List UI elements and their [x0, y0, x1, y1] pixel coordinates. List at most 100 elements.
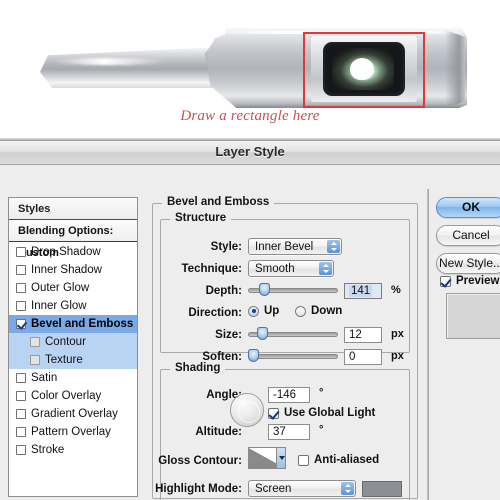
effect-item-gradient-overlay[interactable]: Gradient Overlay [9, 405, 137, 423]
contour-dropdown-icon[interactable] [276, 448, 285, 468]
highlight-color-swatch[interactable] [362, 481, 402, 497]
checkbox-unchecked-icon[interactable] [16, 373, 26, 383]
reference-photo: Draw a rectangle here [0, 0, 500, 140]
bevel-emboss-legend: Bevel and Emboss [162, 196, 275, 208]
gloss-contour-label: Gloss Contour: [158, 455, 242, 467]
effect-item-label: Contour [45, 336, 86, 348]
effects-list: Drop Shadow Inner Shadow Outer Glow Inner G… [9, 242, 137, 459]
size-value: 12 [349, 329, 362, 341]
structure-legend: Structure [170, 212, 232, 224]
depth-input[interactable]: 141 [344, 283, 382, 299]
size-slider-knob[interactable] [257, 327, 269, 340]
soften-slider-knob[interactable] [248, 349, 259, 362]
effect-item-bevel-and-emboss[interactable]: Bevel and Emboss [9, 315, 137, 333]
altitude-input[interactable]: 37 [268, 424, 310, 440]
angle-dial[interactable] [230, 393, 264, 427]
effect-item-stroke[interactable]: Stroke [9, 441, 137, 459]
device-right-side [445, 30, 465, 108]
cancel-button[interactable]: Cancel [436, 225, 500, 246]
checkbox-unchecked-icon[interactable] [30, 337, 40, 347]
checkbox-unchecked-icon[interactable] [16, 409, 26, 419]
use-global-light-label: Use Global Light [284, 407, 376, 419]
effect-item-label: Inner Glow [31, 300, 87, 312]
preview-thumbnail [446, 293, 500, 339]
gloss-contour-swatch[interactable] [248, 447, 286, 469]
checkbox-unchecked-icon[interactable] [16, 391, 26, 401]
effect-item-color-overlay[interactable]: Color Overlay [9, 387, 137, 405]
effect-item-label: Pattern Overlay [31, 426, 111, 438]
camera-lens-module-illustration [40, 28, 467, 108]
highlight-mode-select[interactable]: Screen [248, 480, 356, 497]
highlight-mode-label: Highlight Mode: [155, 483, 242, 495]
shading-legend: Shading [170, 362, 226, 374]
radio-unselected-icon [295, 305, 306, 317]
checkbox-unchecked-icon[interactable] [16, 301, 26, 311]
anti-aliased-checkbox[interactable]: Anti-aliased [298, 454, 379, 466]
effect-item-contour[interactable]: Contour [9, 333, 137, 351]
styles-header[interactable]: Styles [9, 198, 137, 220]
direction-down-radio[interactable]: Down [295, 305, 342, 317]
new-style-button[interactable]: New Style... [436, 253, 500, 274]
depth-value: 141 [349, 285, 373, 297]
effect-item-label: Bevel and Emboss [31, 318, 134, 330]
checkbox-unchecked-icon[interactable] [16, 265, 26, 275]
angle-input[interactable]: -146 [268, 387, 310, 403]
checkbox-checked-icon[interactable] [16, 319, 26, 329]
technique-label: Technique: [181, 263, 242, 275]
style-select[interactable]: Inner Bevel [248, 238, 342, 255]
direction-up-radio[interactable]: Up [248, 305, 279, 317]
device-handle-highlight [52, 58, 167, 65]
soften-input[interactable]: 0 [344, 349, 382, 365]
effect-item-label: Texture [45, 354, 83, 366]
checkbox-checked-icon [440, 275, 451, 287]
layer-style-dialog: Layer Style Styles Blending Options: Cus… [0, 140, 500, 500]
soften-slider-track [248, 354, 338, 359]
altitude-label: Altitude: [195, 426, 242, 438]
direction-up-label: Up [264, 305, 280, 317]
checkbox-unchecked-icon[interactable] [30, 355, 40, 365]
size-slider[interactable] [248, 327, 338, 341]
use-global-light-checkbox[interactable]: Use Global Light [268, 407, 375, 419]
depth-slider-knob[interactable] [259, 283, 271, 296]
effect-item-outer-glow[interactable]: Outer Glow [9, 279, 137, 297]
size-input[interactable]: 12 [344, 327, 382, 343]
angle-unit: ° [319, 387, 324, 399]
dialog-titlebar[interactable]: Layer Style [0, 141, 500, 165]
depth-slider[interactable] [248, 283, 338, 297]
ok-button[interactable]: OK [436, 197, 500, 218]
size-label: Size: [215, 329, 242, 341]
checkbox-unchecked-icon[interactable] [16, 283, 26, 293]
direction-label: Direction: [188, 307, 242, 319]
red-annotation-rectangle [303, 32, 425, 108]
anti-aliased-label: Anti-aliased [314, 454, 380, 466]
technique-select[interactable]: Smooth [248, 260, 334, 277]
highlight-mode-value: Screen [255, 483, 292, 495]
depth-label: Depth: [205, 285, 242, 297]
effect-item-inner-glow[interactable]: Inner Glow [9, 297, 137, 315]
effect-item-texture[interactable]: Texture [9, 351, 137, 369]
dialog-actions: OK Cancel New Style... Preview [436, 193, 500, 499]
soften-slider[interactable] [248, 349, 338, 363]
effect-item-label: Inner Shadow [31, 264, 102, 276]
style-label: Style: [210, 241, 242, 253]
effect-item-label: Outer Glow [31, 282, 90, 294]
preview-checkbox[interactable]: Preview [440, 275, 499, 287]
panel-divider [427, 189, 429, 500]
effect-item-label: Gradient Overlay [31, 408, 118, 420]
chevron-updown-icon [327, 240, 340, 253]
bevel-emboss-panel: Bevel and Emboss Structure Style: Inner … [148, 193, 420, 500]
effect-item-label: Color Overlay [31, 390, 102, 402]
effect-item-label: Drop Shadow [31, 246, 101, 258]
dialog-title: Layer Style [215, 144, 285, 159]
checkbox-unchecked-icon[interactable] [16, 427, 26, 437]
styles-sidebar: Styles Blending Options: Custom Drop Sha… [8, 197, 138, 497]
effect-item-satin[interactable]: Satin [9, 369, 137, 387]
chevron-updown-icon [341, 482, 354, 495]
effect-item-pattern-overlay[interactable]: Pattern Overlay [9, 423, 137, 441]
checkbox-unchecked-icon[interactable] [16, 445, 26, 455]
direction-down-label: Down [311, 305, 343, 317]
altitude-unit: ° [319, 424, 324, 436]
checkbox-unchecked-icon[interactable] [16, 247, 26, 257]
style-select-value: Inner Bevel [255, 241, 314, 253]
blending-options-row[interactable]: Blending Options: Custom [9, 220, 137, 259]
